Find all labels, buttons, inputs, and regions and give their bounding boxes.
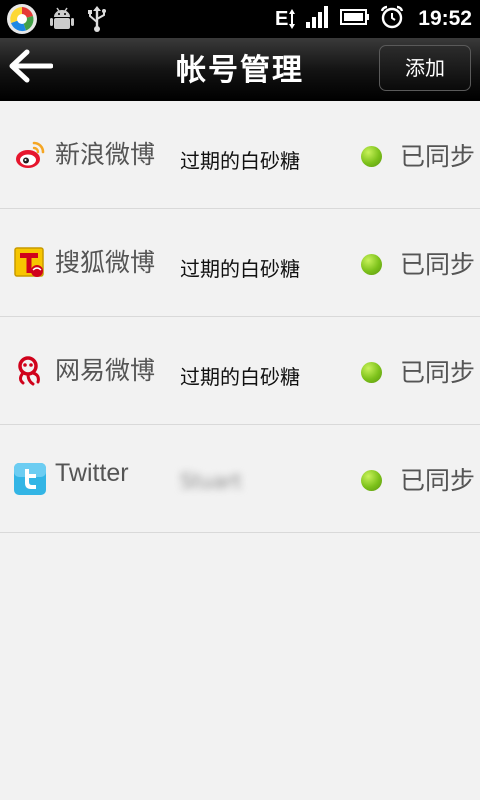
account-row-twitter[interactable]: Twitter Stuart 已同步: [0, 425, 480, 533]
clock-time: 19:52: [418, 7, 472, 30]
account-name: 过期的白砂糖: [180, 149, 300, 173]
sync-status-label: 已同步: [400, 250, 476, 279]
sync-status-dot: [361, 470, 382, 491]
sync-status-label: 已同步: [400, 358, 476, 387]
account-row-netease[interactable]: 网易微博 过期的白砂糖 已同步: [0, 317, 480, 425]
account-name: 过期的白砂糖: [180, 257, 300, 281]
alarm-clock-icon: [380, 5, 404, 33]
sync-status-dot: [361, 362, 382, 383]
app-launcher-icon: [6, 3, 38, 39]
network-type-indicator: E: [275, 8, 296, 31]
account-name: Stuart: [180, 469, 242, 493]
sohu-weibo-icon: [14, 247, 46, 279]
add-account-button[interactable]: 添加: [379, 45, 471, 91]
battery-icon: [340, 9, 370, 29]
account-row-sohu[interactable]: 搜狐微博 过期的白砂糖 已同步: [0, 209, 480, 317]
android-debug-icon: [50, 6, 74, 36]
signal-strength-icon: [306, 6, 330, 32]
twitter-icon: [14, 463, 46, 495]
account-row-sina[interactable]: 新浪微博 过期的白砂糖 已同步: [0, 101, 480, 209]
sina-weibo-icon: [14, 139, 46, 171]
service-name: 新浪微博: [55, 140, 156, 169]
sync-status-dot: [361, 254, 382, 275]
service-name: 搜狐微博: [55, 248, 156, 277]
netease-weibo-icon: [14, 355, 46, 387]
account-list: 新浪微博 过期的白砂糖 已同步 搜狐微博 过期的白砂糖 已同步 网易微博 过期的…: [0, 101, 480, 533]
service-name: 网易微博: [55, 356, 156, 385]
title-bar: 帐号管理 添加: [0, 38, 480, 101]
account-name: 过期的白砂糖: [180, 365, 300, 389]
usb-icon: [86, 5, 108, 37]
status-bar: E 19:52: [0, 0, 480, 38]
service-name: Twitter: [55, 459, 129, 487]
sync-status-label: 已同步: [400, 466, 476, 495]
sync-status-label: 已同步: [400, 142, 476, 171]
sync-status-dot: [361, 146, 382, 167]
